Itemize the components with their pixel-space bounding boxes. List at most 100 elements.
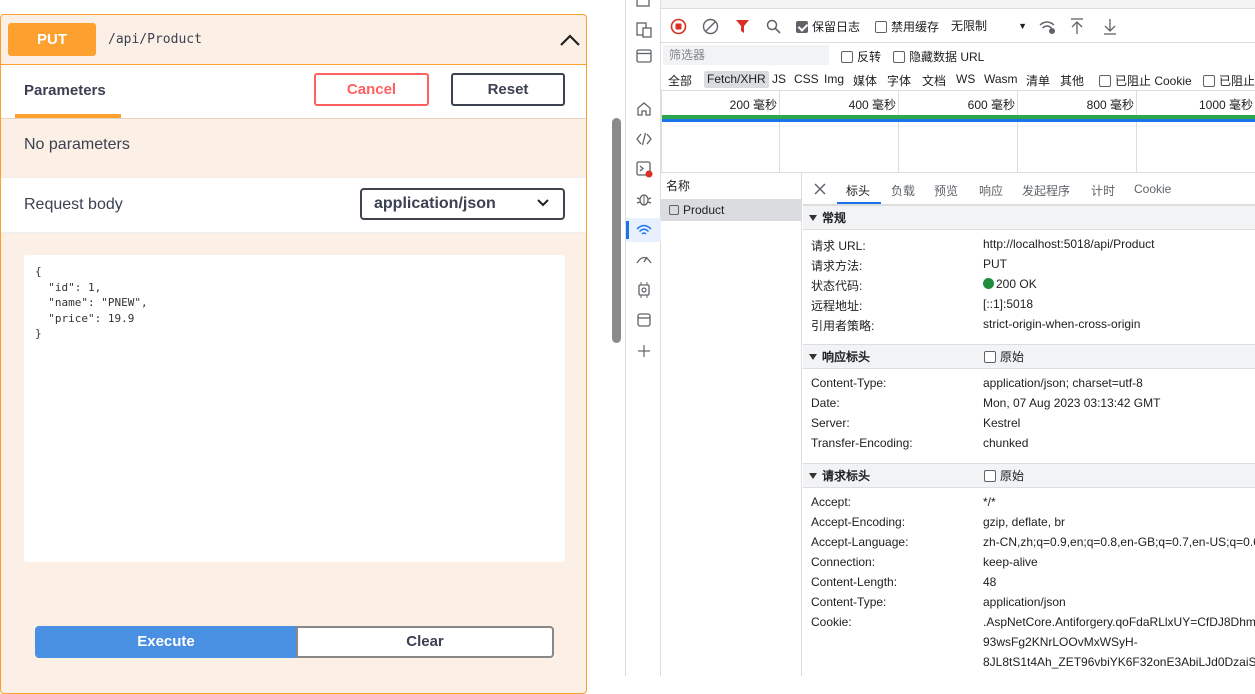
checkbox-icon xyxy=(984,470,996,482)
close-icon[interactable] xyxy=(814,183,826,195)
checkbox-icon xyxy=(1099,75,1111,87)
chevron-up-icon[interactable] xyxy=(557,31,583,49)
name-column-header[interactable]: 名称 xyxy=(661,173,801,200)
request-body-row: Request body application/json xyxy=(1,177,586,233)
request-name: Product xyxy=(683,203,725,217)
raw-toggle[interactable]: 原始 xyxy=(984,464,1024,488)
request-body-editor[interactable]: { "id": 1, "name": "PNEW", "price": 19.9… xyxy=(24,255,565,562)
type-ws[interactable]: WS xyxy=(956,72,975,86)
type-all[interactable]: 全部 xyxy=(668,72,692,89)
tab-timing[interactable]: 计时 xyxy=(1091,182,1115,199)
filter-icon[interactable] xyxy=(735,19,750,34)
tab-initiator[interactable]: 发起程序 xyxy=(1022,182,1070,199)
request-type-icon xyxy=(669,205,679,215)
type-fetch-xhr[interactable]: Fetch/XHR xyxy=(704,71,769,88)
header-key: Content-Type: xyxy=(811,595,887,609)
network-icon[interactable] xyxy=(626,218,661,242)
checkbox-icon xyxy=(893,51,905,63)
network-timeline[interactable]: 200 毫秒 400 毫秒 600 毫秒 800 毫秒 1000 毫秒 xyxy=(661,91,1255,173)
request-headers-section-header[interactable]: 请求标头 原始 xyxy=(803,463,1255,488)
filter-input[interactable]: 筛选器 xyxy=(663,45,829,65)
header-key: 引用者策略: xyxy=(811,319,875,333)
clear-button[interactable]: Clear xyxy=(296,626,554,658)
network-toolbar: 保留日志 禁用缓存 无限制 ▼ xyxy=(661,9,1255,43)
chevron-down-icon xyxy=(537,199,549,207)
throttle-select[interactable]: 无限制 ▼ xyxy=(951,16,1027,36)
raw-toggle[interactable]: 原始 xyxy=(984,345,1024,369)
content-type-select[interactable]: application/json xyxy=(360,188,565,220)
response-headers-section-header[interactable]: 响应标头 原始 xyxy=(803,344,1255,369)
home-icon[interactable] xyxy=(635,100,653,118)
application-icon[interactable] xyxy=(635,311,653,329)
header-value: */* xyxy=(983,495,996,509)
header-value: chunked xyxy=(983,436,1029,450)
header-key: Accept-Encoding: xyxy=(811,515,906,529)
type-font[interactable]: 字体 xyxy=(887,72,911,89)
header-key: Transfer-Encoding: xyxy=(811,436,913,450)
disable-cache-checkbox[interactable]: 禁用缓存 xyxy=(875,18,939,35)
page-scrollbar[interactable] xyxy=(612,118,621,343)
blocked-requests-label: 已阻止 xyxy=(1219,74,1255,88)
invert-checkbox[interactable]: 反转 xyxy=(841,48,881,65)
tab-response[interactable]: 响应 xyxy=(979,182,1003,199)
header-value: zh-CN,zh;q=0.9,en;q=0.8,en-GB;q=0.7,en-U… xyxy=(983,535,1255,549)
execute-button[interactable]: Execute xyxy=(35,626,297,658)
timeline-tick-label: 400 毫秒 xyxy=(848,98,896,112)
general-section-header[interactable]: 常规 xyxy=(803,205,1255,230)
device-toggle-icon[interactable] xyxy=(635,21,653,39)
resource-type-filters: 全部 Fetch/XHR JS CSS Img 媒体 字体 文档 WS Wasm… xyxy=(661,67,1255,91)
inspect-icon[interactable] xyxy=(635,0,653,10)
tab-parameters[interactable]: Parameters xyxy=(24,82,106,99)
clear-log-icon[interactable] xyxy=(702,18,719,35)
checkbox-icon xyxy=(841,51,853,63)
cancel-button[interactable]: Cancel xyxy=(314,73,429,106)
performance-icon[interactable] xyxy=(635,250,653,268)
record-stop-icon[interactable] xyxy=(670,18,687,35)
window-icon[interactable] xyxy=(635,47,653,65)
disable-cache-label: 禁用缓存 xyxy=(891,20,940,34)
type-css[interactable]: CSS xyxy=(794,72,819,86)
request-row[interactable]: Product xyxy=(661,200,801,221)
plus-icon[interactable] xyxy=(635,342,653,360)
tab-headers[interactable]: 标头 xyxy=(846,182,870,199)
console-icon[interactable] xyxy=(635,160,653,178)
type-manifest[interactable]: 清单 xyxy=(1026,72,1050,89)
header-value: application/json xyxy=(983,595,1066,609)
tab-cookies[interactable]: Cookie xyxy=(1134,182,1171,196)
type-wasm[interactable]: Wasm xyxy=(984,72,1018,86)
timeline-gridline xyxy=(1017,91,1018,173)
timeline-gridline xyxy=(898,91,899,173)
type-js[interactable]: JS xyxy=(772,72,786,86)
cookie-value: .AspNetCore.Antiforgery.qoFdaRLlxUY=CfDJ… xyxy=(983,615,1255,629)
blocked-cookies-checkbox[interactable]: 已阻止 Cookie xyxy=(1099,72,1192,89)
search-icon[interactable] xyxy=(766,19,781,34)
preserve-log-checkbox[interactable]: 保留日志 xyxy=(796,18,860,35)
header-key: Accept: xyxy=(811,495,852,509)
type-img[interactable]: Img xyxy=(824,72,844,86)
tab-payload[interactable]: 负载 xyxy=(891,182,915,199)
type-media[interactable]: 媒体 xyxy=(853,72,877,89)
memory-icon[interactable] xyxy=(635,281,653,299)
swagger-panel: PUT /api/Product Parameters Cancel Reset… xyxy=(0,0,608,694)
header-value: application/json; charset=utf-8 xyxy=(983,376,1143,390)
operation-header[interactable]: PUT /api/Product xyxy=(1,15,586,65)
method-badge: PUT xyxy=(8,23,96,56)
header-key: Date: xyxy=(811,396,840,410)
blocked-requests-checkbox[interactable]: 已阻止 xyxy=(1203,72,1255,89)
type-doc[interactable]: 文档 xyxy=(922,72,946,89)
header-key: 状态代码: xyxy=(811,279,863,293)
timeline-tick-label: 600 毫秒 xyxy=(967,98,1015,112)
bug-icon[interactable] xyxy=(635,190,653,208)
upload-icon[interactable] xyxy=(1070,18,1084,35)
network-conditions-icon[interactable] xyxy=(1039,19,1057,35)
reset-button[interactable]: Reset xyxy=(451,73,565,106)
tab-preview[interactable]: 预览 xyxy=(934,182,958,199)
elements-icon[interactable] xyxy=(635,130,653,148)
request-url-value: http://localhost:5018/api/Product xyxy=(983,237,1155,251)
timeline-gridline xyxy=(1136,91,1137,173)
header-key: 远程地址: xyxy=(811,299,863,313)
checkbox-checked-icon xyxy=(796,21,808,33)
download-icon[interactable] xyxy=(1103,18,1117,35)
type-other[interactable]: 其他 xyxy=(1060,72,1084,89)
hide-data-urls-checkbox[interactable]: 隐藏数据 URL xyxy=(893,48,984,65)
